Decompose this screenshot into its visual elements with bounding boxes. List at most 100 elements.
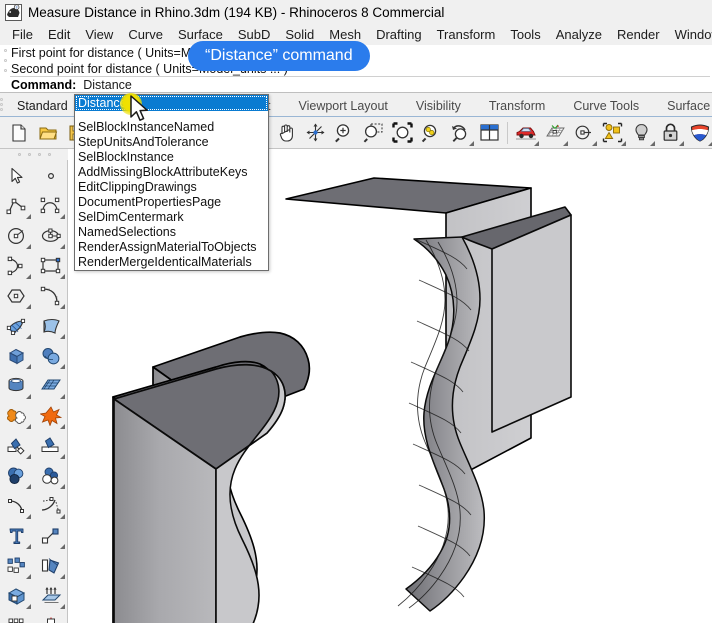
rectangular-array-button[interactable]	[1, 611, 33, 623]
boolean-difference-button[interactable]	[1, 461, 33, 491]
ellipse-flyout-arrow-icon	[60, 244, 65, 249]
polyline-button[interactable]	[1, 191, 33, 221]
render-car-button[interactable]	[511, 119, 540, 147]
menu-item-curve[interactable]: Curve	[121, 25, 171, 44]
box-button[interactable]	[1, 341, 33, 371]
menu-item-edit[interactable]: Edit	[41, 25, 78, 44]
zoom-extents-button[interactable]	[388, 119, 417, 147]
menu-item-tools[interactable]: Tools	[503, 25, 548, 44]
command-autocomplete-dropdown[interactable]: Distance SelBlockInstanceNamed StepUnits…	[74, 94, 269, 271]
text-tool-button[interactable]	[1, 521, 33, 551]
autocomplete-item[interactable]: RenderMergeIdenticalMaterials	[75, 255, 268, 270]
cylinder-button[interactable]	[1, 371, 33, 401]
tab-transform[interactable]: Transform	[475, 97, 560, 116]
command-prompt-value: Distance	[83, 78, 132, 92]
tab-viewport-layout[interactable]: Viewport Layout	[284, 97, 401, 116]
fillet-curve-button[interactable]	[35, 281, 67, 311]
autocomplete-item[interactable]: StepUnitsAndTolerance	[75, 135, 268, 150]
polygon-button[interactable]	[1, 281, 33, 311]
boolean-difference-flyout-arrow-icon	[26, 484, 31, 489]
autocomplete-item[interactable]: SelBlockInstanceNamed	[75, 120, 268, 135]
menu-item-render[interactable]: Render	[610, 25, 668, 44]
extrude-planar-button[interactable]	[35, 581, 67, 611]
boolean-union-button[interactable]	[1, 401, 33, 431]
cap-holes-button[interactable]	[1, 581, 33, 611]
circle-button[interactable]	[1, 221, 33, 251]
menu-item-window[interactable]: Window	[668, 25, 712, 44]
layout-flyout-arrow-icon	[621, 140, 626, 146]
layout-objects-button[interactable]	[598, 119, 627, 147]
dimension-linear-button[interactable]	[35, 611, 67, 623]
polyline-flyout-arrow-icon	[26, 214, 31, 219]
command-prompt-label: Command:	[11, 78, 77, 92]
command-prompt-line[interactable]: Command: Distance	[11, 77, 132, 93]
point-button[interactable]	[35, 161, 67, 191]
sphere-flyout-arrow-icon	[60, 364, 65, 369]
autocomplete-item[interactable]: RenderAssignMaterialToObjects	[75, 240, 268, 255]
osnap-button[interactable]	[569, 119, 598, 147]
material-button[interactable]	[685, 119, 712, 147]
menu-item-analyze[interactable]: Analyze	[549, 25, 610, 44]
split-button[interactable]	[35, 431, 67, 461]
arc-button[interactable]	[1, 251, 33, 281]
blend-curve-button[interactable]	[35, 491, 67, 521]
pan-hand-button[interactable]	[272, 119, 301, 147]
menu-item-view[interactable]: View	[78, 25, 121, 44]
tab-surface-tools[interactable]: Surface Tools	[653, 97, 712, 116]
window-title: Measure Distance in Rhino.3dm (194 KB) -…	[28, 4, 445, 20]
ellipse-button[interactable]	[35, 221, 67, 251]
trim-button[interactable]	[1, 431, 33, 461]
rectangle-flyout-arrow-icon	[60, 274, 65, 279]
rhino-logo-icon: 8	[5, 3, 22, 21]
autocomplete-item[interactable]: AddMissingBlockAttributeKeys	[75, 165, 268, 180]
explode-button[interactable]	[35, 401, 67, 431]
menu-item-file[interactable]: File	[5, 25, 41, 44]
boolean-intersection-button[interactable]	[35, 461, 67, 491]
surface-flyout-arrow-icon	[26, 334, 31, 339]
array-flyout-arrow-icon	[26, 574, 31, 579]
grid-snap-button[interactable]	[540, 119, 569, 147]
light-bulb-button[interactable]	[627, 119, 656, 147]
command-area-gripper[interactable]	[2, 49, 9, 87]
array-button[interactable]	[1, 551, 33, 581]
mesh-plane-button[interactable]	[35, 371, 67, 401]
gumball-move-button[interactable]	[301, 119, 330, 147]
autocomplete-item[interactable]: NamedSelections	[75, 225, 268, 240]
sidebar-gripper[interactable]	[0, 149, 68, 160]
extrude-surface-button[interactable]	[35, 311, 67, 341]
control-point-curve-button[interactable]	[35, 191, 67, 221]
surface-from-curves-button[interactable]	[1, 311, 33, 341]
render-flyout-arrow-icon	[534, 140, 539, 146]
split-flyout-arrow-icon	[60, 454, 65, 459]
zoom-previous-button[interactable]	[446, 119, 475, 147]
autocomplete-item[interactable]: SelDimCentermark	[75, 210, 268, 225]
offset-curve-button[interactable]	[1, 491, 33, 521]
autocomplete-item[interactable]: DocumentPropertiesPage	[75, 195, 268, 210]
material-flyout-arrow-icon	[708, 140, 712, 146]
extrude-planar-flyout-arrow-icon	[60, 604, 65, 609]
tab-visibility[interactable]: Visibility	[402, 97, 475, 116]
cap-flyout-arrow-icon	[26, 604, 31, 609]
autocomplete-selected-item[interactable]: Distance	[75, 95, 268, 111]
autocomplete-item[interactable]: SelBlockInstance	[75, 150, 268, 165]
autocomplete-gap	[75, 111, 268, 120]
light-flyout-arrow-icon	[650, 140, 655, 146]
menu-item-drafting[interactable]: Drafting	[369, 25, 430, 44]
tab-standard[interactable]: Standard	[3, 97, 82, 116]
new-file-button[interactable]	[4, 119, 33, 147]
tabstrip-gripper[interactable]	[0, 96, 3, 117]
open-folder-button[interactable]	[33, 119, 62, 147]
menu-item-transform[interactable]: Transform	[430, 25, 504, 44]
mirror-button[interactable]	[35, 551, 67, 581]
sphere-boolean-button[interactable]	[35, 341, 67, 371]
tab-curve-tools[interactable]: Curve Tools	[559, 97, 653, 116]
rectangle-button[interactable]	[35, 251, 67, 281]
autocomplete-item[interactable]: EditClippingDrawings	[75, 180, 268, 195]
four-viewport-button[interactable]	[475, 119, 504, 147]
lock-button[interactable]	[656, 119, 685, 147]
zoom-in-button[interactable]	[330, 119, 359, 147]
zoom-window-button[interactable]	[359, 119, 388, 147]
scale-button[interactable]	[35, 521, 67, 551]
select-arrow-button[interactable]	[1, 161, 33, 191]
zoom-selected-button[interactable]	[417, 119, 446, 147]
